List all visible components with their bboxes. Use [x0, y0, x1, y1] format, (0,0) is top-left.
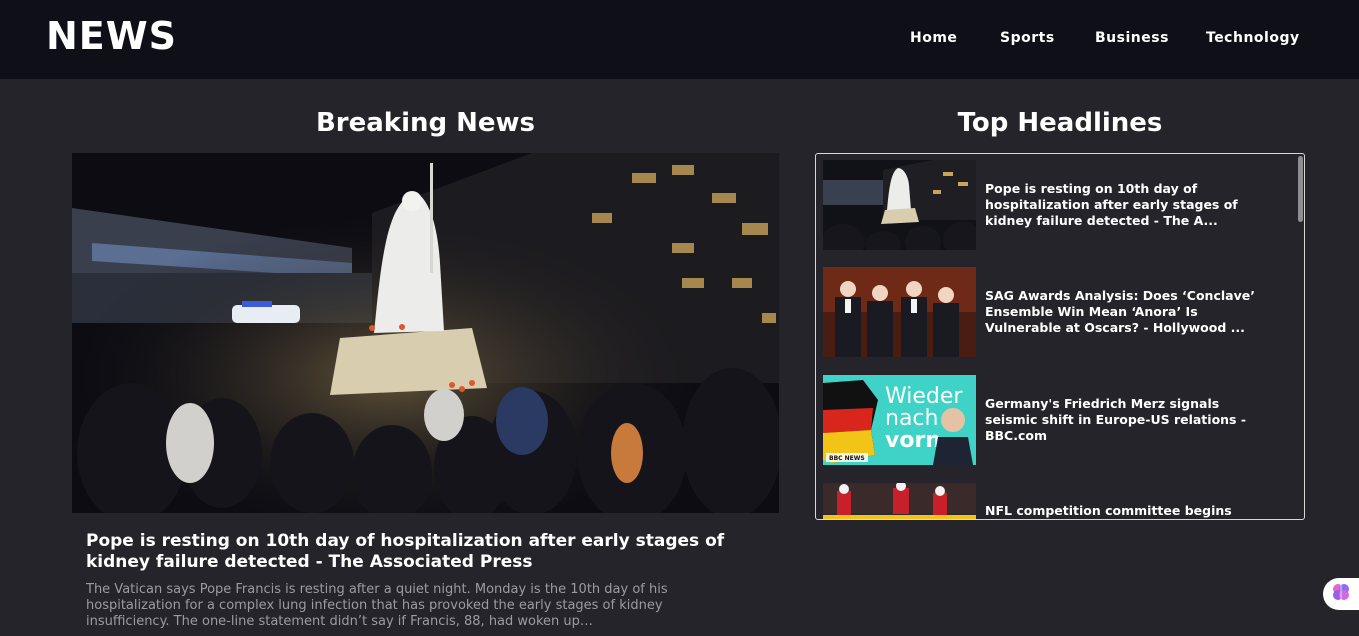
assistant-floating-button[interactable]: [1323, 578, 1359, 610]
headline-title[interactable]: NFL competition committee begins mulling: [985, 483, 1275, 519]
headline-item[interactable]: Pope is resting on 10th day of hospitali…: [823, 160, 1293, 250]
headline-thumbnail: [823, 483, 976, 519]
headline-title[interactable]: SAG Awards Analysis: Does ‘Conclave’ Ens…: [985, 267, 1275, 357]
headline-thumbnail: [823, 160, 976, 250]
breaking-news-excerpt: The Vatican says Pope Francis is resting…: [86, 582, 668, 629]
nav-link-business[interactable]: Business: [1095, 30, 1169, 46]
nav-link-home[interactable]: Home: [910, 30, 957, 46]
brain-icon: [1331, 582, 1351, 606]
breaking-news-image[interactable]: [72, 153, 779, 513]
headline-item[interactable]: SAG Awards Analysis: Does ‘Conclave’ Ens…: [823, 267, 1293, 357]
headline-thumbnail: Wieder nach vorn BBC NEWS: [823, 375, 976, 465]
top-headlines-list[interactable]: Pope is resting on 10th day of hospitali…: [815, 153, 1305, 520]
thumb-badge: BBC NEWS: [829, 455, 865, 462]
headlines-scrollbar[interactable]: [1298, 156, 1303, 222]
nav-link-sports[interactable]: Sports: [1000, 30, 1055, 46]
top-navbar: NEWS Home Sports Business Technology: [0, 0, 1359, 79]
nav-link-technology[interactable]: Technology: [1206, 30, 1300, 46]
breaking-news-headline[interactable]: Pope is resting on 10th day of hospitali…: [86, 531, 736, 573]
headline-title[interactable]: Germany's Friedrich Merz signals seismic…: [985, 375, 1275, 465]
headline-item[interactable]: Wieder nach vorn BBC NEWS Germany's Frie…: [823, 375, 1293, 465]
site-logo[interactable]: NEWS: [46, 14, 177, 58]
breaking-news-title: Breaking News: [315, 108, 536, 138]
headline-title[interactable]: Pope is resting on 10th day of hospitali…: [985, 160, 1275, 250]
top-headlines-title: Top Headlines: [957, 108, 1163, 138]
thumb-text-line3: vorn: [885, 428, 941, 453]
headline-item[interactable]: NFL competition committee begins mulling: [823, 483, 1293, 519]
headline-thumbnail: [823, 267, 976, 357]
